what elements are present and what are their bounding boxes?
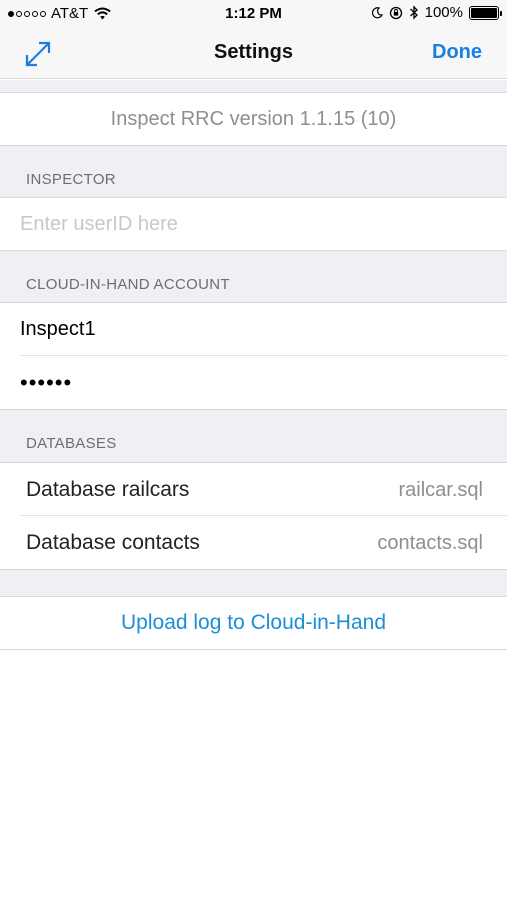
divider bbox=[0, 649, 507, 650]
section-header-inspector: INSPECTOR bbox=[26, 171, 116, 188]
database-row-label: Database contacts bbox=[26, 531, 200, 554]
upload-log-button[interactable]: Upload log to Cloud-in-Hand bbox=[0, 611, 507, 635]
userid-cell bbox=[0, 198, 507, 250]
done-button[interactable]: Done bbox=[432, 41, 482, 64]
battery-icon bbox=[469, 5, 502, 20]
username-input[interactable] bbox=[20, 317, 487, 341]
group-spacer bbox=[0, 570, 507, 596]
rotation-lock-icon bbox=[389, 6, 402, 19]
bluetooth-icon bbox=[409, 5, 418, 20]
database-row-label: Database railcars bbox=[26, 478, 190, 501]
status-bar: AT&T 1:12 PM 100% bbox=[0, 0, 507, 28]
username-cell bbox=[0, 303, 507, 355]
navigation-bar: Settings Done bbox=[0, 28, 507, 79]
section-header-account: CLOUD-IN-HAND ACCOUNT bbox=[26, 276, 230, 293]
upload-cell: Upload log to Cloud-in-Hand bbox=[0, 597, 507, 649]
database-row-value: railcar.sql bbox=[398, 479, 483, 501]
password-field[interactable]: •••••• bbox=[20, 370, 487, 396]
userid-input[interactable] bbox=[20, 212, 487, 236]
group-spacer bbox=[0, 80, 507, 92]
page-title: Settings bbox=[214, 41, 293, 63]
database-row-value: contacts.sql bbox=[377, 532, 483, 554]
battery-percent: 100% bbox=[424, 4, 463, 21]
database-row-railcars[interactable]: Database railcars railcar.sql bbox=[0, 463, 507, 515]
section-header-databases: DATABASES bbox=[26, 435, 117, 452]
version-label: Inspect RRC version 1.1.15 (10) bbox=[0, 93, 507, 145]
status-bar-right: 100% bbox=[371, 4, 502, 21]
moon-icon bbox=[371, 6, 383, 18]
password-cell: •••••• bbox=[0, 356, 507, 409]
database-row-contacts[interactable]: Database contacts contacts.sql bbox=[0, 516, 507, 569]
